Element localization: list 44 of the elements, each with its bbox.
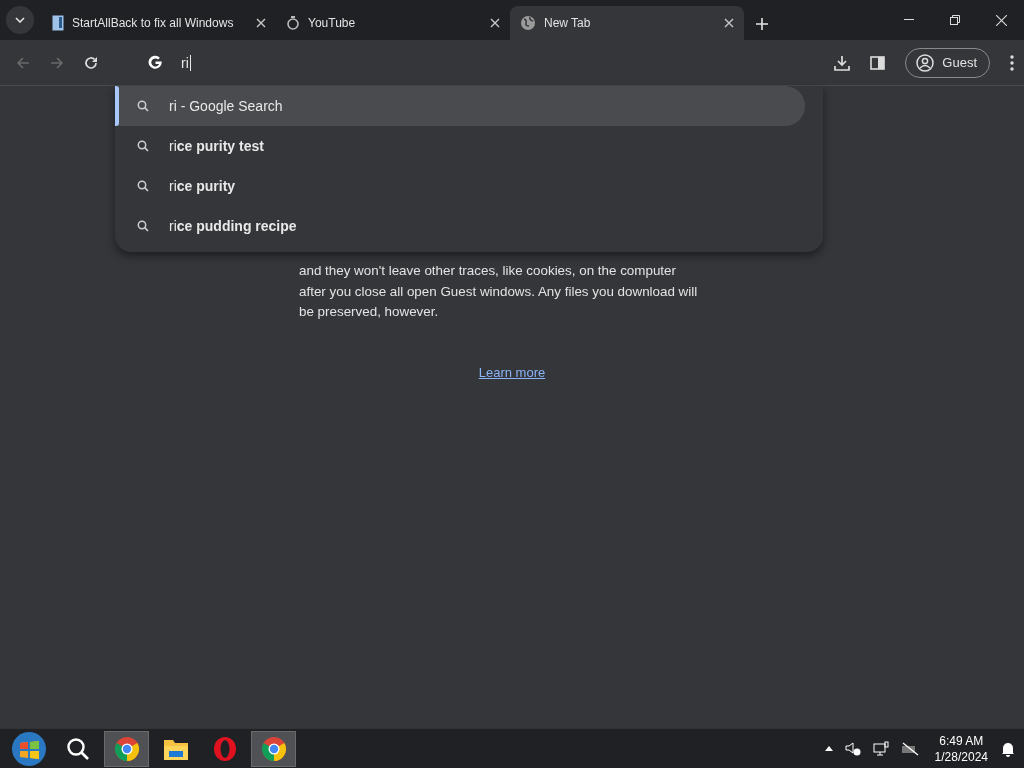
chevron-down-icon: [15, 17, 25, 23]
notification-bell-icon[interactable]: [1000, 740, 1016, 757]
clock-date[interactable]: 1/28/2024: [934, 748, 988, 765]
browser-tab[interactable]: StartAllBack to fix all Windows: [42, 6, 276, 40]
search-icon: [137, 180, 149, 192]
reload-icon[interactable]: [84, 55, 98, 70]
suggestion-item[interactable]: rice purity test: [115, 126, 805, 166]
search-icon: [137, 140, 149, 152]
caret-up-icon[interactable]: [824, 746, 833, 751]
browser-tab[interactable]: YouTube: [276, 6, 510, 40]
plus-icon[interactable]: [756, 18, 768, 30]
search-icon: [137, 220, 149, 232]
chrome-icon[interactable]: [260, 735, 287, 762]
chrome-icon[interactable]: [113, 735, 140, 762]
suggestion-item[interactable]: rice purity: [115, 166, 805, 206]
close-icon[interactable]: [995, 14, 1007, 26]
suggestion-item[interactable]: ri - Google Search: [115, 86, 805, 126]
person-icon: [916, 53, 935, 72]
taskbar-button[interactable]: [251, 730, 296, 767]
search-icon[interactable]: [65, 736, 90, 761]
clock-time[interactable]: 6:49 AM: [939, 732, 984, 749]
muted-speaker-icon[interactable]: [844, 741, 861, 756]
browser-tab[interactable]: New Tab: [510, 6, 744, 40]
globe-icon: [520, 15, 536, 31]
address-field[interactable]: ri: [181, 54, 191, 71]
side-panel-icon[interactable]: [870, 55, 886, 70]
restore-icon[interactable]: [950, 15, 960, 25]
download-icon[interactable]: [834, 54, 851, 71]
minimize-icon[interactable]: [904, 19, 914, 21]
menu-icon[interactable]: [1010, 54, 1014, 71]
learn-more-link[interactable]: Learn more: [478, 364, 546, 380]
opera-icon[interactable]: [212, 735, 237, 762]
loading-icon: [286, 16, 300, 30]
document-icon: [52, 15, 64, 31]
search-icon: [137, 100, 149, 112]
google-logo-icon: [148, 55, 163, 70]
close-icon[interactable]: [490, 18, 500, 28]
guest-mode-description: and they won't leave other traces, like cookies, on the computer after you close all open Guest windows. Any files you download will be preserved, however.: [299, 262, 699, 321]
close-icon[interactable]: [256, 18, 266, 28]
close-icon[interactable]: [724, 18, 734, 28]
tab-search-button[interactable]: [6, 6, 34, 34]
taskbar-button[interactable]: [104, 730, 149, 767]
network-icon[interactable]: [872, 740, 889, 757]
suggestion-item[interactable]: rice pudding recipe: [115, 206, 805, 246]
